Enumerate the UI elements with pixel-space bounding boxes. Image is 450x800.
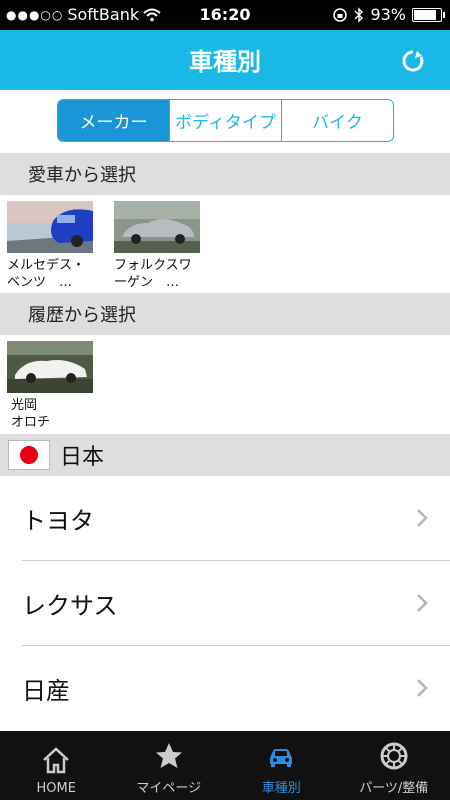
- car-thumbnail: [7, 341, 93, 393]
- chevron-right-icon: [417, 509, 428, 527]
- bluetooth-icon: [354, 6, 364, 23]
- segment-maker[interactable]: メーカー: [58, 100, 169, 141]
- car-thumbnail: [7, 201, 93, 253]
- tab-bar: HOME マイページ 車種別 パーツ/整備: [0, 731, 450, 800]
- page-title: 車種別: [189, 48, 261, 76]
- tab-label: HOME: [36, 781, 76, 796]
- maker-name: レクサス: [22, 591, 118, 620]
- maker-row-toyota[interactable]: トヨタ: [0, 476, 450, 560]
- battery-icon: [412, 7, 445, 22]
- car-thumbnail: [114, 201, 200, 253]
- maker-row-lexus[interactable]: レクサス: [0, 561, 450, 645]
- tab-label: 車種別: [261, 781, 301, 796]
- nav-bar: 車種別: [0, 30, 450, 90]
- tab-car-type[interactable]: 車種別: [225, 731, 338, 800]
- tab-mypage[interactable]: マイページ: [113, 731, 226, 800]
- car-label: メルセデス・ ベンツ …: [7, 258, 86, 290]
- battery-percent: 93%: [370, 5, 406, 24]
- maker-name: 日産: [22, 676, 70, 705]
- category-segmented-control: メーカー ボディタイプ バイク: [57, 99, 394, 142]
- country-name: 日本: [60, 445, 105, 470]
- tab-label: パーツ/整備: [359, 781, 429, 796]
- chevron-right-icon: [417, 594, 428, 612]
- history-item-orochi[interactable]: 光岡 オロチ: [7, 341, 99, 431]
- country-header: 日本: [0, 434, 450, 476]
- car-icon: [270, 749, 293, 767]
- home-icon: [43, 747, 70, 774]
- refresh-icon[interactable]: [400, 48, 426, 74]
- star-icon: [155, 743, 182, 768]
- maker-row-nissan[interactable]: 日産: [0, 646, 450, 730]
- tire-icon: [380, 742, 408, 770]
- my-car-item-mercedes[interactable]: メルセデス・ ベンツ …: [7, 201, 99, 291]
- maker-name: トヨタ: [22, 506, 94, 535]
- tab-home[interactable]: HOME: [0, 731, 113, 800]
- car-label: フォルクスワ ーゲン …: [114, 258, 192, 290]
- section-header-my-car: 愛車から選択: [0, 153, 450, 195]
- segment-body-type[interactable]: ボディタイプ: [169, 100, 281, 141]
- tab-parts[interactable]: パーツ/整備: [338, 731, 450, 800]
- tab-label: マイページ: [136, 781, 202, 796]
- chevron-right-icon: [417, 679, 428, 697]
- car-label: 光岡 オロチ: [11, 398, 51, 430]
- status-bar: ●●●○○ SoftBank 16:20 93%: [0, 0, 450, 30]
- section-header-history: 履歴から選択: [0, 293, 450, 335]
- japan-flag-icon: [8, 440, 50, 470]
- my-car-item-volkswagen[interactable]: フォルクスワ ーゲン …: [114, 201, 206, 291]
- segment-bike[interactable]: バイク: [281, 100, 393, 141]
- rotation-lock-icon: [333, 7, 348, 22]
